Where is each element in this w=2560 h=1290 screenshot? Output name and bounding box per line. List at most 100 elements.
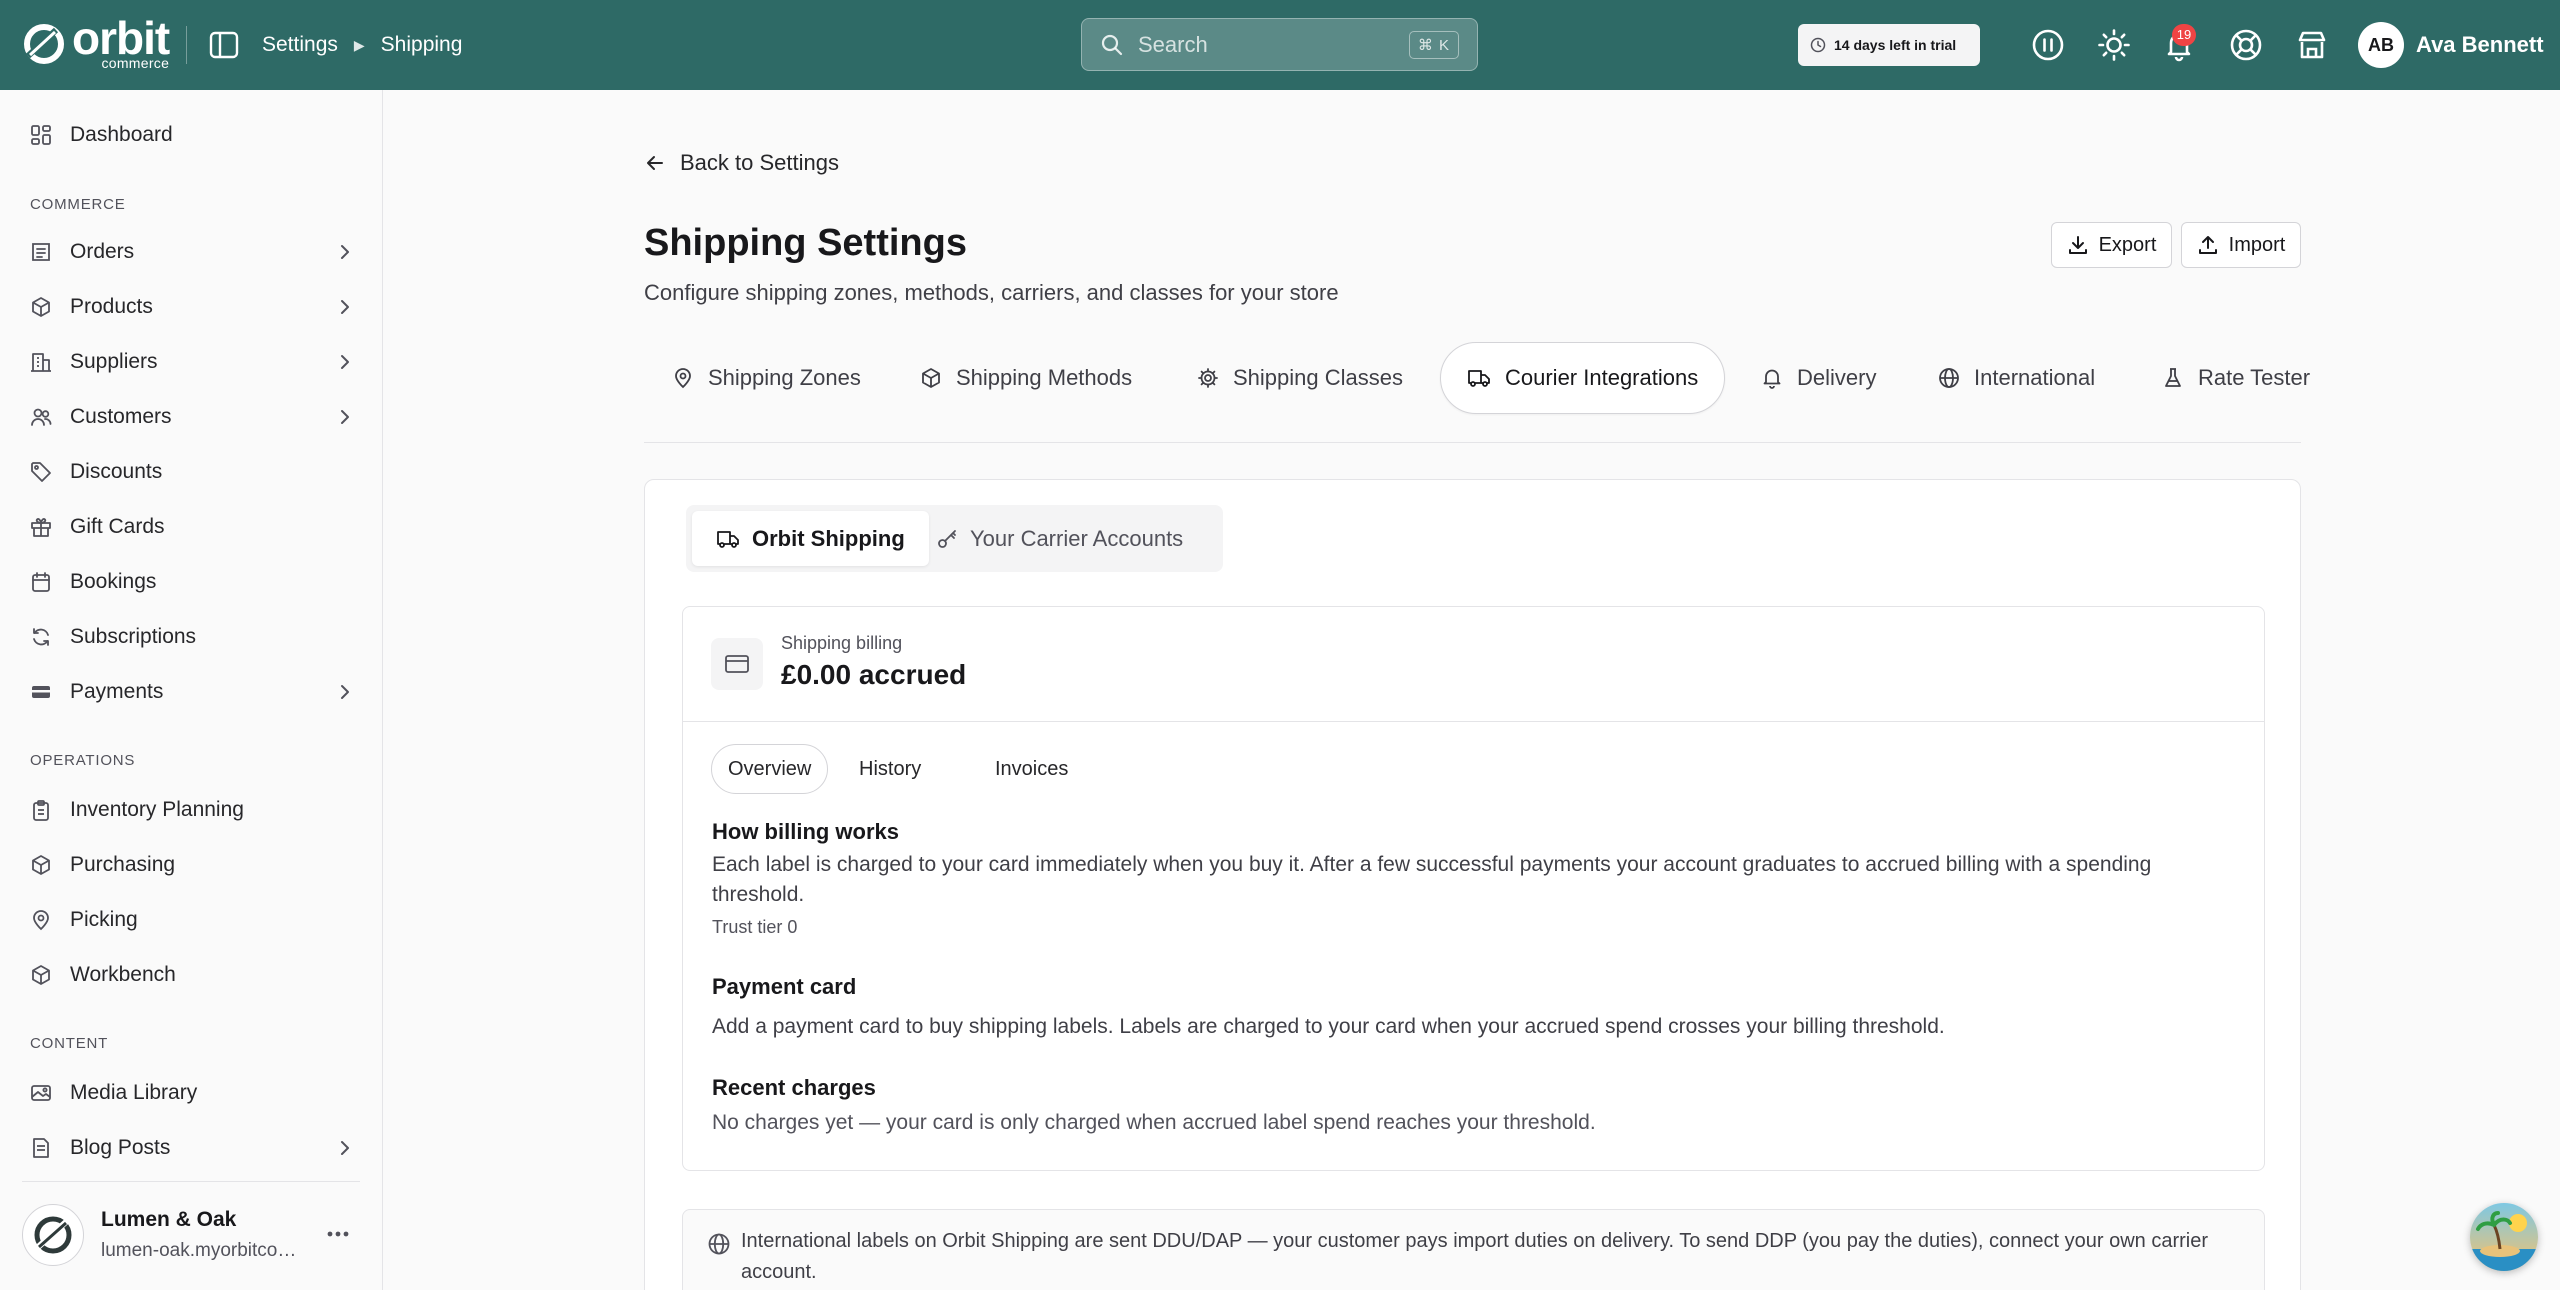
breadcrumb-settings[interactable]: Settings [262,33,338,57]
store-name[interactable]: Lumen & Oak [101,1208,236,1232]
gear-icon [1198,368,1218,388]
sidebar-item-label: Blog Posts [70,1136,171,1159]
billing-amount: £0.00 accrued [781,659,967,690]
sidebar-item-picking[interactable]: Picking [0,895,382,945]
subtab-invoices[interactable]: Invoices [995,744,1068,794]
flask-icon [2165,368,2181,387]
sidebar-item-blog-posts[interactable]: Blog Posts [0,1123,382,1173]
sidebar-item-dashboard[interactable]: Dashboard [0,110,382,160]
chevron-right-icon [341,1141,349,1155]
segment-orbit-shipping[interactable]: Orbit Shipping [692,511,929,566]
back-to-settings-link[interactable]: Back to Settings [644,150,839,176]
sidebar-item-inventory-planning[interactable]: Inventory Planning [0,785,382,835]
courier-integrations-panel: Orbit Shipping Your Carrier Accounts Shi… [644,479,2301,1290]
sidebar-item-label: Inventory Planning [70,798,244,821]
avatar[interactable]: AB [2358,22,2404,68]
recent-charges-heading: Recent charges [712,1075,876,1100]
sidebar-item-workbench[interactable]: Workbench [0,950,382,1000]
segment-label: Orbit Shipping [752,525,905,551]
subtab-history[interactable]: History [859,744,921,794]
courier-segment-control: Orbit Shipping Your Carrier Accounts [686,505,1223,572]
import-button[interactable]: Import [2181,222,2301,268]
export-label: Export [2098,233,2157,256]
top-bar: orbit commerce Settings ▶ Shipping Searc… [0,0,2560,90]
document-icon [33,1138,49,1158]
help-button[interactable] [2228,27,2264,63]
sidebar-item-label: Workbench [70,963,176,986]
theme-toggle-button[interactable] [2096,27,2132,63]
section-label-content: CONTENT [30,1035,109,1052]
store-logo[interactable] [22,1204,84,1266]
image-icon [31,1085,51,1101]
truck-icon [1468,370,1490,387]
section-label-operations: OPERATIONS [30,752,136,769]
export-button[interactable]: Export [2051,222,2172,268]
user-name[interactable]: Ava Bennett [2416,32,2544,58]
trial-text: 14 days left in trial [1834,37,1957,53]
sidebar-item-subscriptions[interactable]: Subscriptions [0,612,382,662]
tab-label: International [1974,365,2096,390]
shipping-billing-card: Shipping billing £0.00 accrued Overview … [682,606,2265,1171]
import-label: Import [2228,233,2286,256]
more-horizontal-icon[interactable] [322,1218,354,1250]
settings-tabs: Shipping Zones Shipping Methods Shipping… [644,342,2310,443]
calendar-icon [32,572,50,592]
box-icon [32,297,50,317]
orbit-logo-icon [24,24,64,64]
sidebar-item-label: Orders [70,240,135,263]
segment-your-carrier-accounts[interactable]: Your Carrier Accounts [912,511,1207,566]
sidebar-item-label: Media Library [70,1081,198,1104]
section-label-commerce: COMMERCE [30,196,126,213]
bell-icon [1763,369,1781,389]
clipboard-icon [33,800,49,821]
chevron-right-icon [341,300,349,314]
sidebar-item-products[interactable]: Products [0,282,382,332]
payment-card-text: Add a payment card to buy shipping label… [712,1015,1945,1038]
tab-courier-integrations[interactable]: Courier Integrations [1440,342,1726,414]
tab-shipping-classes[interactable]: Shipping Classes [1197,342,1403,414]
tab-rate-tester[interactable]: Rate Tester [2162,342,2310,414]
sidebar-footer-divider [22,1181,360,1182]
panel-left-icon [209,31,239,59]
sidebar-toggle-button[interactable] [208,30,240,60]
search-input[interactable]: Search ⌘ K [1081,18,1478,71]
sidebar-item-discounts[interactable]: Discounts [0,447,382,497]
store-logo-icon [34,1216,72,1254]
brand-logo[interactable]: orbit commerce [22,12,170,70]
brand-name: orbit [72,12,170,64]
tab-delivery[interactable]: Delivery [1761,342,1876,414]
feedback-button[interactable] [2030,27,2066,63]
sidebar-item-gift-cards[interactable]: Gift Cards [0,502,382,552]
sidebar-item-purchasing[interactable]: Purchasing [0,840,382,890]
trial-badge[interactable]: 14 days left in trial [1798,24,1980,66]
orders-icon [32,243,50,261]
tab-shipping-zones[interactable]: Shipping Zones [672,342,861,414]
sidebar-item-media-library[interactable]: Media Library [0,1068,382,1118]
breadcrumb-separator-icon: ▶ [353,36,365,53]
subtab-overview[interactable]: Overview [711,744,829,794]
sidebar-item-customers[interactable]: Customers [0,392,382,442]
sidebar-item-suppliers[interactable]: Suppliers [0,337,382,387]
chevron-right-icon [341,245,349,259]
upload-icon [2198,236,2217,254]
dashboard-icon [31,125,51,145]
sun-icon [2098,29,2130,61]
map-pin-icon [675,368,691,389]
sidebar-item-label: Gift Cards [70,515,165,538]
page-subtitle: Configure shipping zones, methods, carri… [644,280,1339,305]
search-shortcut: ⌘ K [1408,30,1459,59]
sidebar: Dashboard COMMERCE Orders Products Suppl… [0,90,383,1290]
sidebar-item-orders[interactable]: Orders [0,227,382,277]
storefront-button[interactable] [2294,27,2330,63]
download-icon [2068,236,2087,254]
assistant-launcher-button[interactable] [2470,1203,2538,1271]
globe-icon [1939,368,1959,388]
tab-label: Delivery [1797,365,1877,390]
tab-shipping-methods[interactable]: Shipping Methods [920,342,1132,414]
segment-label: Your Carrier Accounts [970,525,1184,551]
sidebar-item-payments[interactable]: Payments [0,667,382,717]
sidebar-item-label: Subscriptions [70,625,197,648]
tab-international[interactable]: International [1938,342,2095,414]
credit-card-icon [711,638,763,690]
sidebar-item-bookings[interactable]: Bookings [0,557,382,607]
